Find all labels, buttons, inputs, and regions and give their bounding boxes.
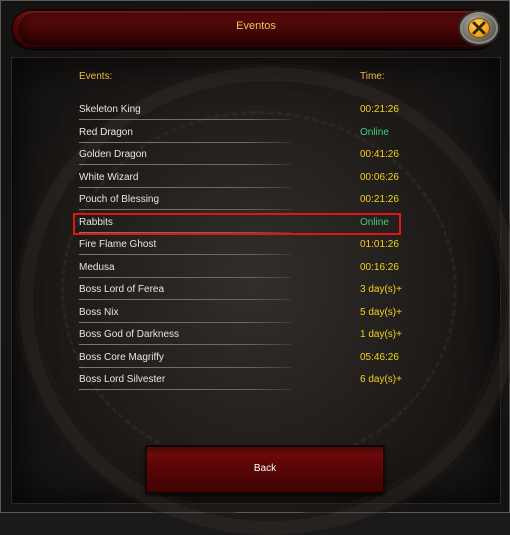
event-row: Boss Core Magriffy 05:46:26 (79, 351, 399, 369)
event-time: 00:21:26 (360, 104, 399, 115)
event-name: Boss Core Magriffy (79, 351, 164, 363)
row-divider (79, 164, 291, 165)
event-time: Online (360, 126, 389, 138)
event-row: Boss Lord Silvester 6 day(s)+ (79, 373, 402, 391)
events-column-header: Events: (79, 71, 113, 82)
row-divider (79, 321, 291, 323)
row-divider (79, 299, 291, 300)
row-divider (79, 209, 291, 210)
event-row: Fire Flame Ghost 01:01:26 (79, 238, 399, 256)
event-row: Boss Lord of Ferea 3 day(s)+ (79, 283, 402, 301)
event-time: 00:16:26 (360, 261, 399, 273)
row-divider (79, 254, 291, 255)
event-name: Pouch of Blessing (79, 194, 160, 205)
events-window: Eventos Events: Time: Skeleton King 00:21… (0, 0, 510, 535)
event-name: Red Dragon (79, 126, 133, 138)
event-row: White Wizard 00:06:26 (79, 171, 399, 189)
event-name: Boss God of Darkness (79, 329, 180, 340)
event-name: Boss Lord of Ferea (79, 284, 165, 295)
row-divider (79, 141, 291, 143)
event-name: Medusa (79, 261, 115, 273)
close-button[interactable] (460, 12, 498, 44)
event-name: White Wizard (79, 171, 139, 183)
event-name: Fire Flame Ghost (79, 239, 157, 250)
event-time: 01:01:26 (360, 239, 399, 250)
event-name: Boss Nix (79, 306, 119, 318)
event-time: 1 day(s)+ (360, 329, 402, 340)
close-icon (468, 18, 490, 38)
event-row: Red Dragon Online (79, 126, 399, 144)
event-row: Skeleton King 00:21:26 (79, 103, 399, 121)
row-divider (79, 186, 291, 188)
row-divider (79, 344, 291, 345)
event-name: Golden Dragon (79, 149, 147, 160)
row-divider (79, 119, 291, 120)
window-title: Eventos (236, 20, 276, 32)
event-row: Pouch of Blessing 00:21:26 (79, 193, 399, 211)
highlight-box (73, 212, 401, 235)
event-row: Golden Dragon 00:41:26 (79, 148, 399, 166)
event-row: Boss God of Darkness 1 day(s)+ (79, 328, 402, 346)
back-button[interactable]: Back (146, 446, 384, 493)
event-row: Boss Nix 5 day(s)+ (79, 306, 402, 324)
event-time: 6 day(s)+ (360, 374, 402, 385)
event-time: 00:06:26 (360, 171, 399, 183)
event-row: Medusa 00:16:26 (79, 261, 399, 279)
event-name: Skeleton King (79, 104, 141, 115)
time-column-header: Time: (360, 71, 385, 82)
event-time: 5 day(s)+ (360, 306, 402, 318)
event-time: 00:41:26 (360, 149, 399, 160)
event-name: Boss Lord Silvester (79, 374, 166, 385)
event-time: 3 day(s)+ (360, 284, 402, 295)
row-divider (79, 389, 291, 390)
back-button-label: Back (253, 463, 277, 474)
event-time: 05:46:26 (360, 351, 399, 363)
row-divider (79, 276, 291, 278)
row-divider (79, 366, 291, 368)
event-time: 00:21:26 (360, 194, 399, 205)
